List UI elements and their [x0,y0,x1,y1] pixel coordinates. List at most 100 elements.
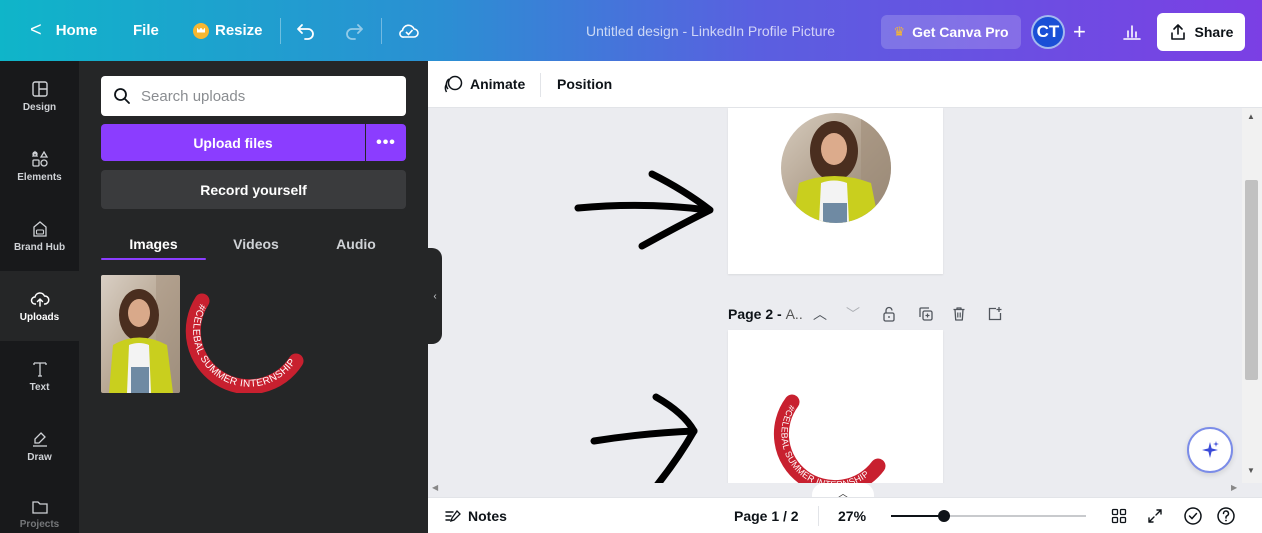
save-status-button[interactable] [398,0,420,61]
move-page-up-button[interactable]: ︿ [813,302,827,326]
chevron-left-icon: < [30,19,42,41]
tab-images[interactable]: Images [101,229,206,259]
page-2-title[interactable]: Page 2 - A.. [728,302,803,326]
canvas-area: Page 2 - A.. ︿ ﹀ #CELEBAL SUMMER INTERNS… [442,108,1242,483]
duplicate-page-button[interactable] [918,302,934,326]
grid-view-button[interactable] [1108,498,1130,533]
record-yourself-button[interactable]: Record yourself [101,170,406,209]
divider [540,73,541,97]
help-button[interactable] [1215,498,1237,533]
scroll-left-icon[interactable]: ◀ [432,483,438,492]
context-toolbar: Animate Position [428,61,1262,108]
add-page-button[interactable] [987,302,1003,326]
design-title[interactable]: Untitled design - LinkedIn Profile Pictu… [586,0,835,61]
rail-label: Design [22,101,57,113]
insights-button[interactable] [1118,15,1146,49]
redo-button[interactable] [344,0,364,61]
page-indicator[interactable]: Page 1 / 2 [734,498,799,533]
portrait-photo [781,113,891,223]
pen-icon [32,431,47,447]
animate-button[interactable]: Animate [444,61,525,107]
home-label: Home [55,22,98,39]
undo-icon [297,23,314,40]
add-collaborator-button[interactable]: + [1073,15,1086,49]
brand-hub-icon [32,220,47,237]
layout-icon [31,80,48,97]
upload-thumbnail-sticker[interactable]: #CELEBAL SUMMER INTERNSHIP [184,287,304,395]
avatar[interactable]: CT [1031,15,1065,49]
scrollbar-thumb[interactable] [1245,180,1258,380]
home-button[interactable]: < Home [30,0,97,61]
search-box[interactable] [101,76,406,116]
zoom-slider[interactable] [891,510,1086,522]
resize-label: Resize [215,22,263,39]
chevron-left-icon: ‹ [433,290,437,302]
file-menu-button[interactable]: File [133,0,159,61]
upload-files-button[interactable]: Upload files [101,124,365,161]
scroll-right-icon[interactable]: ▶ [1231,483,1237,492]
left-rail: Design Elements Brand Hub Uploads Text D… [0,61,79,533]
rail-item-text[interactable]: Text [0,341,79,411]
help-icon [1217,507,1235,525]
rail-item-projects[interactable]: Projects [0,481,79,533]
collapse-panel-button[interactable]: ‹ [428,248,442,344]
crown-icon [193,22,209,39]
page-2-name: A.. [785,306,803,322]
get-canva-pro-button[interactable]: ♛ Get Canva Pro [881,15,1021,49]
redo-icon [346,23,363,40]
magic-assistant-button[interactable] [1187,427,1233,473]
sparkle-icon [1202,441,1219,458]
rail-item-brand-hub[interactable]: Brand Hub [0,201,79,271]
chevron-up-icon: ︿ [813,306,827,322]
rail-label: Uploads [19,311,60,323]
circular-text-sticker-element[interactable]: #CELEBAL SUMMER INTERNSHIP [728,330,943,483]
scroll-down-icon[interactable]: ▼ [1247,466,1255,475]
zoom-slider-handle[interactable] [938,510,950,522]
position-button[interactable]: Position [557,61,612,107]
upload-thumbnail-photo[interactable] [101,275,180,393]
profile-photo-element[interactable] [781,113,891,223]
delete-page-button[interactable] [952,302,966,326]
rail-item-draw[interactable]: Draw [0,411,79,481]
rail-label: Elements [17,171,62,183]
notes-button[interactable]: Notes [444,498,507,533]
undo-button[interactable] [296,0,316,61]
plus-icon: + [1073,19,1086,44]
rail-label: Draw [27,451,52,463]
page-2[interactable]: #CELEBAL SUMMER INTERNSHIP [728,330,943,483]
hand-drawn-arrow [590,393,698,483]
hand-drawn-arrow [574,170,714,250]
rail-item-uploads[interactable]: Uploads [0,271,79,341]
circular-text-sticker: #CELEBAL SUMMER INTERNSHIP [185,293,304,395]
search-icon [114,88,130,104]
resize-button[interactable]: Resize [193,0,263,61]
uploads-panel: Upload files ••• Record yourself Images … [79,61,428,533]
animate-icon [444,75,463,93]
page-1[interactable] [728,108,943,274]
tab-videos[interactable]: Videos [211,229,301,259]
canva-editor: < Home File Resize Untitled design - Lin… [0,0,1262,533]
shapes-icon [31,150,48,167]
zoom-slider-track [944,515,1086,517]
add-page-icon [988,307,1002,321]
file-label: File [133,22,159,39]
rail-item-elements[interactable]: Elements [0,131,79,201]
rail-item-design[interactable]: Design [0,61,79,131]
fullscreen-button[interactable] [1144,498,1166,533]
bar-chart-icon [1123,25,1141,40]
check-design-button[interactable] [1182,498,1204,533]
move-page-down-button[interactable]: ﹀ [846,302,860,326]
scroll-up-icon[interactable]: ▲ [1247,112,1255,121]
lock-page-button[interactable] [882,302,896,326]
bottom-bar: Notes Page 1 / 2 27% [428,497,1262,533]
search-input[interactable] [141,87,391,105]
tab-audio[interactable]: Audio [316,229,396,259]
chevron-down-icon: ﹀ [846,306,860,322]
expand-icon [1148,509,1162,523]
upload-options-button[interactable]: ••• [366,124,406,161]
share-button[interactable]: Share [1157,13,1245,51]
zoom-level[interactable]: 27% [838,498,866,533]
rail-label: Projects [19,519,60,530]
notes-label: Notes [468,508,507,524]
vertical-scrollbar[interactable]: ▲ ▼ [1242,108,1262,483]
